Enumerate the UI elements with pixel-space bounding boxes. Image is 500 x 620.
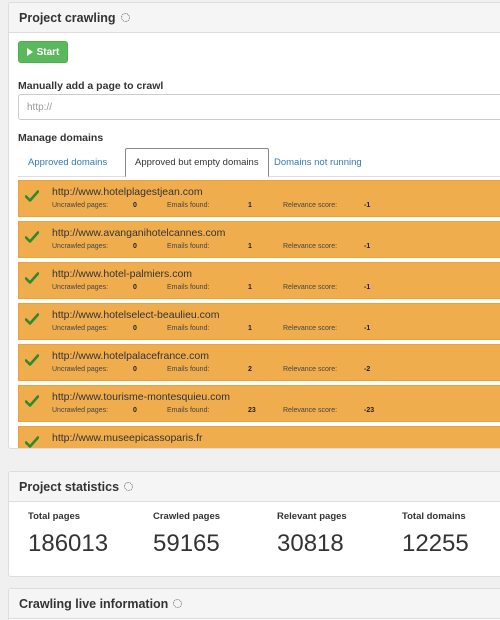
play-icon	[26, 48, 33, 56]
uncrawled-pages-value: 0	[133, 448, 137, 449]
domain-list: http://www.hotelplagestjean.com Uncrawled…	[18, 178, 500, 449]
domain-row[interactable]: http://www.hotelselect-beaulieu.com Uncra…	[18, 303, 500, 340]
emails-found-value: 23	[248, 407, 256, 414]
crawling-live-header: Crawling live information	[9, 589, 500, 619]
checkmark-icon	[25, 272, 39, 284]
relevance-score-label: Relevance score:	[283, 366, 338, 373]
stat-relevant-pages-value: 30818	[277, 530, 344, 557]
checkmark-icon	[25, 395, 39, 407]
emails-found-label: Emails found:	[167, 202, 210, 209]
checkmark-icon	[25, 354, 39, 366]
relevance-score-value: -1	[364, 202, 371, 209]
tab-approved-domains[interactable]: Approved domains	[28, 148, 107, 177]
uncrawled-pages-label: Uncrawled pages:	[52, 243, 109, 250]
tab-approved-empty-domains[interactable]: Approved but empty domains	[125, 148, 269, 177]
spinner-icon	[120, 13, 130, 22]
domain-row[interactable]: http://www.hotelpalacefrance.com Uncrawle…	[18, 344, 500, 381]
project-crawling-header: Project crawling	[9, 3, 500, 33]
uncrawled-pages-label: Uncrawled pages:	[52, 325, 109, 332]
domain-row[interactable]: http://www.hotel-palmiers.com Uncrawled p…	[18, 262, 500, 299]
spinner-icon	[124, 482, 134, 491]
emails-found-value: 2	[248, 366, 252, 373]
relevance-score-value: -1	[364, 325, 371, 332]
crawling-live-title: Crawling live information	[19, 596, 169, 611]
uncrawled-pages-value: 0	[133, 407, 137, 414]
emails-found-label: Emails found:	[167, 325, 210, 332]
emails-found-label: Emails found:	[167, 407, 210, 414]
uncrawled-pages-label: Uncrawled pages:	[52, 407, 109, 414]
project-crawling-panel: Project crawling Start Manually add a pa…	[8, 2, 500, 449]
emails-found-value: 1	[248, 243, 252, 250]
domain-url: http://www.hotelselect-beaulieu.com	[52, 309, 220, 321]
relevance-score-value: -23	[364, 407, 375, 414]
start-button-label: Start	[36, 46, 60, 58]
uncrawled-pages-label: Uncrawled pages:	[52, 448, 108, 449]
relevance-score-label: Relevance score:	[283, 243, 338, 250]
stat-relevant-pages-label: Relevant pages	[277, 511, 347, 522]
uncrawled-pages-value: 0	[133, 284, 137, 291]
add-page-url-input[interactable]	[18, 94, 500, 120]
emails-found-value: 1	[248, 202, 252, 209]
uncrawled-pages-value: 0	[133, 202, 137, 209]
tab-domains-not-running[interactable]: Domains not running	[274, 148, 362, 177]
emails-found-label: Emails found:	[167, 366, 210, 373]
project-statistics-panel: Project statistics Total pages 186013 Cr…	[8, 471, 500, 577]
domain-url: http://www.avanganihotelcannes.com	[52, 227, 226, 239]
uncrawled-pages-label: Uncrawled pages:	[52, 284, 109, 291]
emails-found-label: Emails found:	[167, 284, 210, 291]
crawling-live-panel: Crawling live information	[8, 588, 500, 620]
emails-found-value: 1	[248, 325, 252, 332]
checkmark-icon	[25, 231, 39, 243]
domain-row[interactable]: http://www.tourisme-montesquieu.com Uncra…	[18, 385, 500, 422]
uncrawled-pages-value: 0	[133, 366, 137, 373]
domain-url: http://www.museepicassoparis.fr	[52, 432, 203, 444]
checkmark-icon	[25, 436, 39, 448]
checkmark-icon	[25, 190, 39, 202]
emails-found-value: 1	[248, 284, 252, 291]
add-page-label: Manually add a page to crawl	[18, 80, 164, 92]
relevance-score-label: Relevance score:	[283, 284, 338, 291]
project-statistics-header: Project statistics	[9, 472, 500, 502]
spinner-icon	[173, 599, 183, 608]
project-statistics-title: Project statistics	[19, 479, 120, 494]
stat-crawled-pages-value: 59165	[153, 530, 220, 557]
uncrawled-pages-value: 0	[133, 325, 137, 332]
emails-found-label: Emails found:	[167, 243, 210, 250]
relevance-score-label: Relevance score:	[283, 407, 338, 414]
stat-total-domains-label: Total domains	[402, 511, 466, 522]
uncrawled-pages-value: 0	[133, 243, 137, 250]
domain-row[interactable]: http://www.hotelplagestjean.com Uncrawled…	[18, 180, 500, 217]
emails-found-label: Emails found:	[167, 448, 209, 449]
relevance-score-value: -1	[364, 243, 371, 250]
domain-url: http://www.hotelplagestjean.com	[52, 186, 203, 198]
stat-total-pages-label: Total pages	[28, 511, 81, 522]
uncrawled-pages-label: Uncrawled pages:	[52, 366, 109, 373]
relevance-score-label: Relevance score:	[283, 325, 338, 332]
relevance-score-label: Relevance score:	[283, 202, 338, 209]
emails-found-value: 20	[248, 448, 256, 449]
relevance-score-value: -2	[364, 366, 371, 373]
relevance-score-value: -1	[364, 284, 371, 291]
relevance-score-value: -2	[364, 448, 370, 449]
relevance-score-label: Relevance score:	[283, 448, 337, 449]
uncrawled-pages-label: Uncrawled pages:	[52, 202, 109, 209]
project-crawling-title: Project crawling	[19, 10, 116, 25]
start-button[interactable]: Start	[18, 41, 68, 63]
domain-url: http://www.tourisme-montesquieu.com	[52, 391, 230, 403]
domain-row[interactable]: http://www.avanganihotelcannes.com Uncraw…	[18, 221, 500, 258]
domain-url: http://www.hotelpalacefrance.com	[52, 350, 209, 362]
manage-domains-label: Manage domains	[18, 132, 104, 144]
domain-tabs: Approved domains Approved but empty doma…	[18, 148, 500, 177]
stat-crawled-pages-label: Crawled pages	[153, 511, 221, 522]
domain-row[interactable]: http://www.museepicassoparis.fr Uncrawled…	[18, 426, 500, 449]
stat-total-domains-value: 12255	[402, 530, 469, 557]
checkmark-icon	[25, 313, 39, 325]
domain-url: http://www.hotel-palmiers.com	[52, 268, 193, 280]
stat-total-pages-value: 186013	[28, 530, 109, 557]
